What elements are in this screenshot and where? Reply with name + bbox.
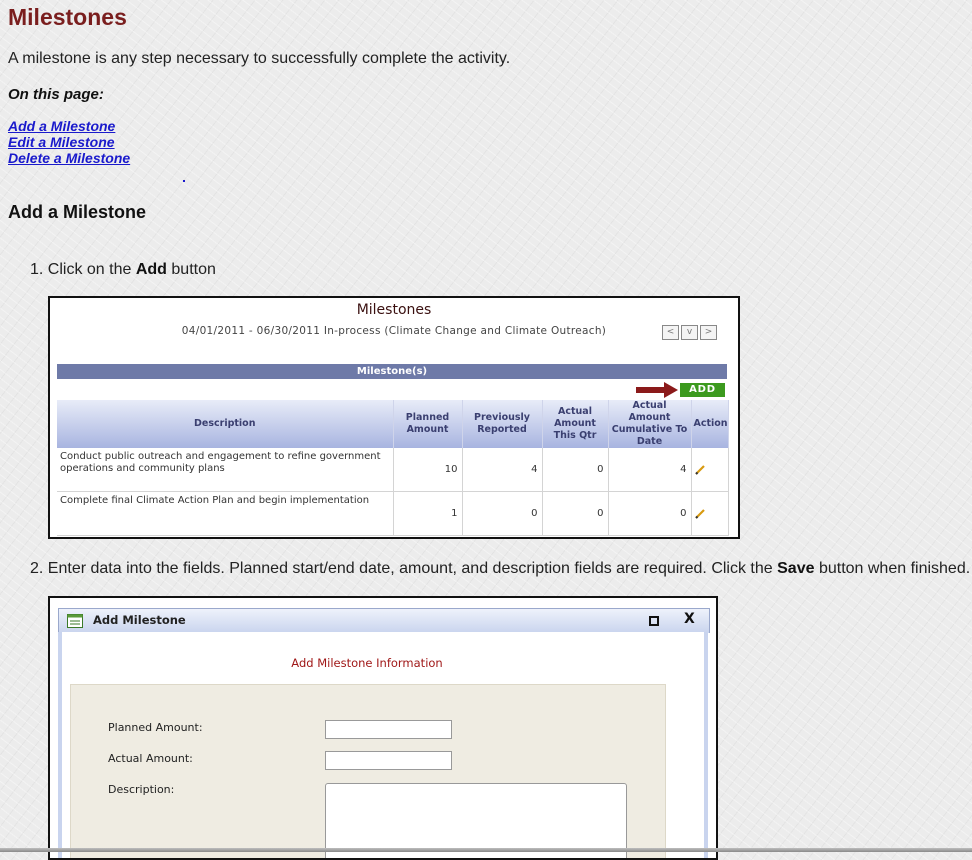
cell-description: Complete final Climate Action Plan and b… — [57, 491, 394, 536]
form-icon — [67, 614, 83, 628]
page-toc: Add a Milestone Edit a Milestone Delete … — [8, 118, 130, 166]
cell-action — [691, 448, 729, 492]
pencil-icon[interactable] — [694, 508, 706, 520]
table-row: Conduct public outreach and engagement t… — [57, 448, 729, 492]
maximize-icon[interactable] — [649, 616, 659, 626]
col-actual-this-qtr: Actual Amount This Qtr — [542, 400, 609, 448]
link-delete-milestone[interactable]: Delete a Milestone — [8, 150, 130, 166]
add-milestone-screenshot: Add Milestone X Add Milestone Informatio… — [48, 596, 718, 860]
next-button[interactable]: > — [700, 325, 717, 340]
dialog-title: Add Milestone — [93, 613, 186, 627]
milestones-period: 04/01/2011 - 06/30/2011 In-process (Clim… — [181, 325, 607, 337]
col-action: Action — [691, 400, 729, 448]
window-bottom-edge — [0, 848, 972, 852]
step-2: 2. Enter data into the fields. Planned s… — [30, 560, 970, 578]
page-title: Milestones — [8, 4, 127, 30]
cell-planned: 10 — [393, 448, 463, 492]
stray-link-dot — [183, 180, 185, 182]
cell-previously: 4 — [462, 448, 543, 492]
step-text: Click on the — [47, 261, 136, 278]
actual-amount-input[interactable] — [325, 751, 452, 770]
description-label: Description: — [108, 783, 175, 796]
step-number: 2. — [30, 560, 44, 577]
milestones-screenshot: Milestones 04/01/2011 - 06/30/2011 In-pr… — [48, 296, 740, 539]
step-text: button — [166, 261, 216, 278]
section-title-add: Add a Milestone — [8, 202, 147, 222]
arrow-right-icon — [636, 382, 678, 398]
cell-cumulative: 0 — [608, 491, 692, 536]
pencil-icon[interactable] — [694, 464, 706, 476]
planned-amount-label: Planned Amount: — [108, 721, 203, 734]
step-text: button when finished. — [814, 560, 971, 577]
col-cumulative: Actual Amount Cumulative To Date — [608, 400, 692, 448]
col-description: Description — [57, 400, 394, 448]
dialog-title-bar: Add Milestone X — [58, 608, 710, 633]
toc-item: Add a Milestone — [8, 118, 130, 134]
add-button[interactable]: ADD — [680, 383, 725, 397]
step-keyword: Save — [777, 560, 815, 577]
planned-amount-input[interactable] — [325, 720, 452, 739]
dropdown-button[interactable]: v — [681, 325, 698, 340]
col-planned-amount: Planned Amount — [393, 400, 463, 448]
step-text: Enter data into the fields. Planned star… — [47, 560, 778, 577]
table-header-row: Description Planned Amount Previously Re… — [57, 400, 729, 448]
form-heading: Add Milestone Information — [291, 656, 443, 670]
cell-description: Conduct public outreach and engagement t… — [57, 448, 394, 492]
prev-button[interactable]: < — [662, 325, 679, 340]
step-keyword: Add — [135, 261, 167, 278]
toc-item: Delete a Milestone — [8, 150, 130, 166]
milestones-header-bar: Milestone(s) — [57, 364, 727, 379]
actual-amount-label: Actual Amount: — [108, 752, 193, 765]
cell-actual-qtr: 0 — [542, 491, 609, 536]
cell-action — [691, 491, 729, 536]
intro-text: A milestone is any step necessary to suc… — [8, 50, 511, 67]
record-nav: < v > — [662, 325, 717, 340]
cell-previously: 0 — [462, 491, 543, 536]
step-number: 1. — [30, 261, 44, 278]
milestones-panel-title: Milestones — [356, 302, 432, 318]
on-this-page-label: On this page: — [8, 86, 104, 103]
link-edit-milestone[interactable]: Edit a Milestone — [8, 134, 115, 150]
toc-item: Edit a Milestone — [8, 134, 130, 150]
cell-planned: 1 — [393, 491, 463, 536]
col-previously-reported: Previously Reported — [462, 400, 543, 448]
step-1: 1. Click on the Add button — [30, 261, 216, 279]
dialog-body: Add Milestone Information Planned Amount… — [58, 632, 708, 858]
table-row: Complete final Climate Action Plan and b… — [57, 491, 729, 536]
close-icon[interactable]: X — [684, 611, 695, 627]
cell-actual-qtr: 0 — [542, 448, 609, 492]
cell-cumulative: 4 — [608, 448, 692, 492]
milestones-table: Description Planned Amount Previously Re… — [57, 400, 729, 536]
form-panel: Planned Amount: Actual Amount: Descripti… — [70, 684, 666, 858]
link-add-milestone[interactable]: Add a Milestone — [8, 118, 115, 134]
